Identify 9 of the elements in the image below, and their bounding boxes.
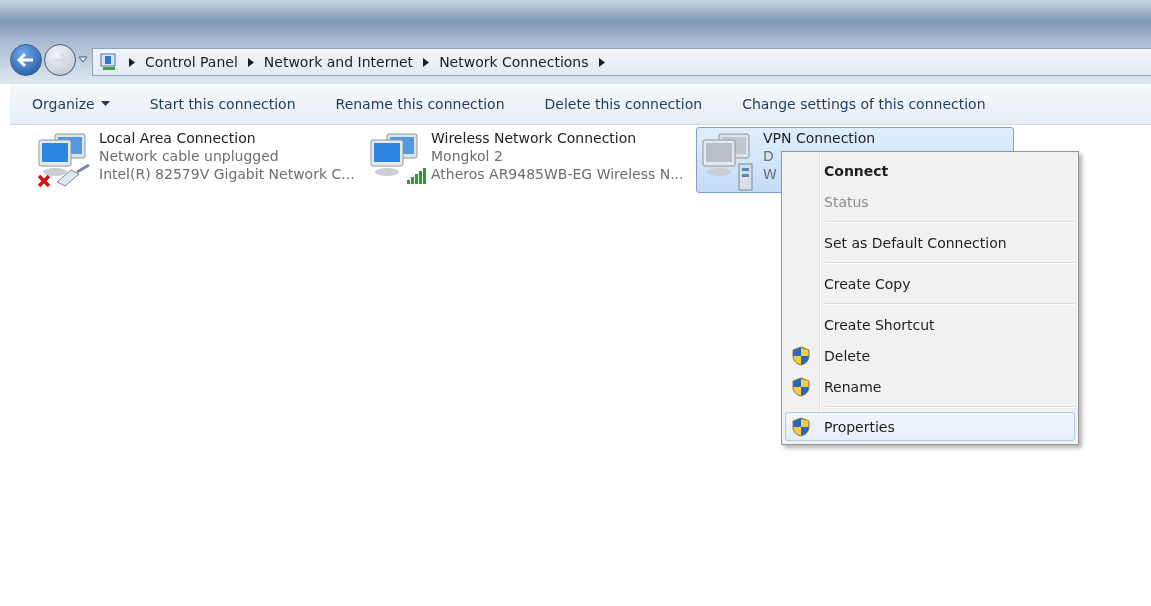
connection-device: Intel(R) 82579V Gigabit Network C...	[99, 166, 355, 182]
connection-status: Network cable unplugged	[99, 148, 279, 164]
connection-name: VPN Connection	[763, 130, 876, 146]
connection-status: D	[763, 148, 774, 164]
connection-device: Atheros AR9485WB-EG Wireless N...	[431, 166, 684, 182]
connection-status: Mongkol 2	[431, 148, 503, 164]
connection-name: Wireless Network Connection	[431, 130, 637, 146]
connection-name: Local Area Connection	[99, 130, 256, 146]
connection-device: W	[763, 166, 777, 182]
